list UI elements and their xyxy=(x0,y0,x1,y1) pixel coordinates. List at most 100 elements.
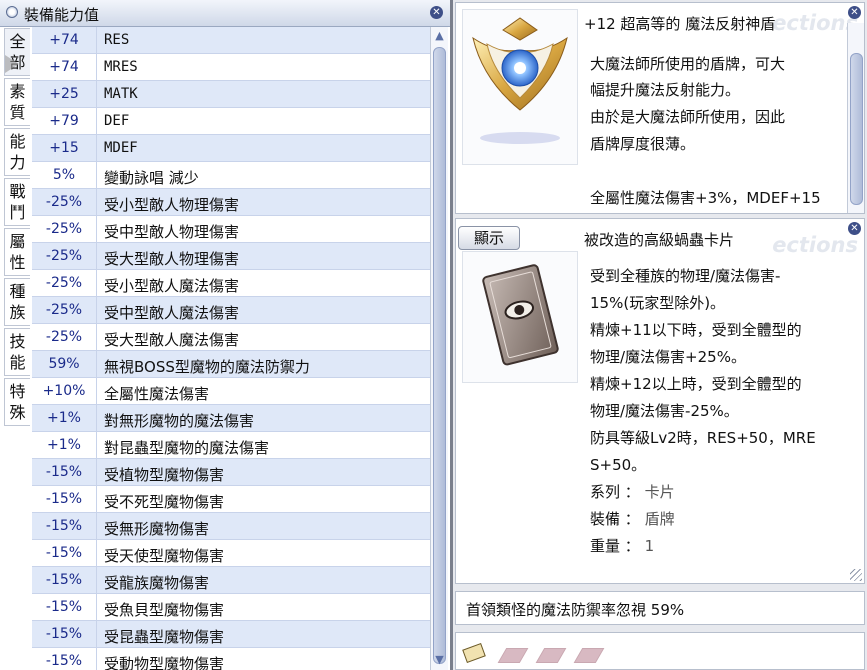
stat-value: 59% xyxy=(48,356,80,372)
property-key: 裝備 xyxy=(590,510,621,528)
column-divider xyxy=(96,216,97,243)
description-line: 由於是大魔法師所使用，因此 xyxy=(590,108,786,126)
stat-row: +25 MATK xyxy=(32,81,430,108)
scrollbar-thumb[interactable] xyxy=(433,47,446,664)
stat-value: +25 xyxy=(49,86,79,102)
stats-scrollbar[interactable]: ▲ ▼ xyxy=(430,27,448,670)
stat-value: -25% xyxy=(45,329,83,345)
stat-label: 受中型敵人物理傷害 xyxy=(104,223,240,241)
stat-value: 5% xyxy=(52,167,76,183)
panel-divider xyxy=(450,0,453,670)
stat-value: -25% xyxy=(45,221,83,237)
stat-value: +15 xyxy=(49,140,79,156)
stat-label: RES xyxy=(104,32,130,48)
stat-value: -15% xyxy=(45,653,83,669)
equipment-stats-window: 裝備能力值 ✕ 全部 素質 能力 戰鬥 屬性 種族 技能 特殊 +74 RES +7… xyxy=(0,0,450,670)
close-icon[interactable]: ✕ xyxy=(430,6,443,19)
stat-row: -15% 受昆蟲型魔物傷害 xyxy=(32,621,430,648)
property-key: 重量 xyxy=(590,537,621,555)
stat-label: 受無形魔物傷害 xyxy=(104,520,210,538)
item-image-frame xyxy=(462,9,578,165)
description-line: 物理/魔法傷害-25%。 xyxy=(590,402,739,420)
stat-label: DEF xyxy=(104,113,130,129)
description-line: 大魔法師所使用的盾牌，可大 xyxy=(590,55,786,73)
property-value: 1 xyxy=(644,537,655,555)
tab-label: 戰鬥 xyxy=(9,182,26,222)
column-divider xyxy=(96,162,97,189)
tab-element[interactable]: 屬性 xyxy=(4,228,30,276)
description-line: 精煉+12以上時，受到全體型的 xyxy=(590,375,802,393)
column-divider xyxy=(96,351,97,378)
tab-abilities[interactable]: 能力 xyxy=(4,128,30,176)
tab-skills[interactable]: 技能 xyxy=(4,328,30,376)
column-divider xyxy=(96,54,97,81)
scroll-down-icon[interactable]: ▼ xyxy=(432,653,447,667)
card-icon xyxy=(482,264,559,366)
stat-value: -25% xyxy=(45,302,83,318)
watermark: ections xyxy=(772,233,858,257)
tab-combat[interactable]: 戰鬥 xyxy=(4,178,30,226)
column-divider xyxy=(96,108,97,135)
window-menu-icon[interactable] xyxy=(6,6,18,18)
resize-grip-icon[interactable] xyxy=(850,569,862,581)
slotted-card-icon[interactable] xyxy=(462,643,486,663)
tab-pointer-icon xyxy=(5,55,19,73)
close-icon[interactable]: ✕ xyxy=(848,222,861,235)
show-button[interactable]: 顯示 xyxy=(458,226,520,250)
description-line: 物理/魔法傷害+25%。 xyxy=(590,348,746,366)
stat-row: 5% 變動詠唱 減少 xyxy=(32,162,430,189)
stat-row: +15 MDEF xyxy=(32,135,430,162)
stat-row: +1% 對昆蟲型魔物的魔法傷害 xyxy=(32,432,430,459)
stat-value: -25% xyxy=(45,275,83,291)
column-divider xyxy=(96,270,97,297)
item-description-scrollbar[interactable] xyxy=(847,23,864,213)
column-divider xyxy=(96,459,97,486)
stat-row: +1% 對無形魔物的魔法傷害 xyxy=(32,405,430,432)
column-divider xyxy=(96,513,97,540)
stat-row: -15% 受動物型魔物傷害 xyxy=(32,648,430,670)
scrollbar-thumb[interactable] xyxy=(850,53,863,205)
stat-value: -15% xyxy=(45,545,83,561)
stat-label: MRES xyxy=(104,59,138,75)
property-value: 卡片 xyxy=(644,483,675,501)
column-divider xyxy=(96,189,97,216)
close-icon[interactable]: ✕ xyxy=(848,6,861,19)
description-line: 幅提升魔法反射能力。 xyxy=(590,81,741,99)
stat-row: -15% 受龍族魔物傷害 xyxy=(32,567,430,594)
tab-all[interactable]: 全部 xyxy=(4,28,30,76)
tab-attributes[interactable]: 素質 xyxy=(4,78,30,126)
tab-label: 素質 xyxy=(9,82,26,122)
card-image-frame xyxy=(462,251,578,383)
property-row: 系列 ： 卡片 xyxy=(590,483,675,501)
column-divider xyxy=(96,648,97,670)
column-divider xyxy=(96,540,97,567)
stat-value: +79 xyxy=(49,113,79,129)
stat-label: MATK xyxy=(104,86,138,102)
stat-row: -25% 受大型敵人物理傷害 xyxy=(32,243,430,270)
scroll-up-icon[interactable]: ▲ xyxy=(432,29,447,43)
column-divider xyxy=(96,594,97,621)
stat-value: +74 xyxy=(49,59,79,75)
stat-row: +79 DEF xyxy=(32,108,430,135)
property-key: 系列 xyxy=(590,483,621,501)
stat-label: 變動詠唱 減少 xyxy=(104,169,199,187)
item-name: +12 超高等的 魔法反射神盾 xyxy=(584,15,776,33)
window-title-bar[interactable]: 裝備能力值 ✕ xyxy=(0,0,450,27)
tab-special[interactable]: 特殊 xyxy=(4,378,30,426)
property-value: 盾牌 xyxy=(644,510,675,528)
shield-icon xyxy=(472,17,568,144)
stat-value: +1% xyxy=(47,410,81,426)
stat-row: -15% 受天使型魔物傷害 xyxy=(32,540,430,567)
property-row: 重量 ： 1 xyxy=(590,537,655,555)
stat-value: +74 xyxy=(49,32,79,48)
stat-value: -15% xyxy=(45,599,83,615)
window-title: 裝備能力值 xyxy=(24,6,100,24)
column-divider xyxy=(96,135,97,162)
stat-row: 59% 無視BOSS型魔物的魔法防禦力 xyxy=(32,351,430,378)
stat-row: -15% 受魚貝型魔物傷害 xyxy=(32,594,430,621)
description-line: 防具等級Lv2時，RES+50，MRE xyxy=(590,429,816,447)
tab-label: 種族 xyxy=(9,282,26,322)
stat-label: MDEF xyxy=(104,140,138,156)
tab-race[interactable]: 種族 xyxy=(4,278,30,326)
stat-label: 受昆蟲型魔物傷害 xyxy=(104,628,225,646)
